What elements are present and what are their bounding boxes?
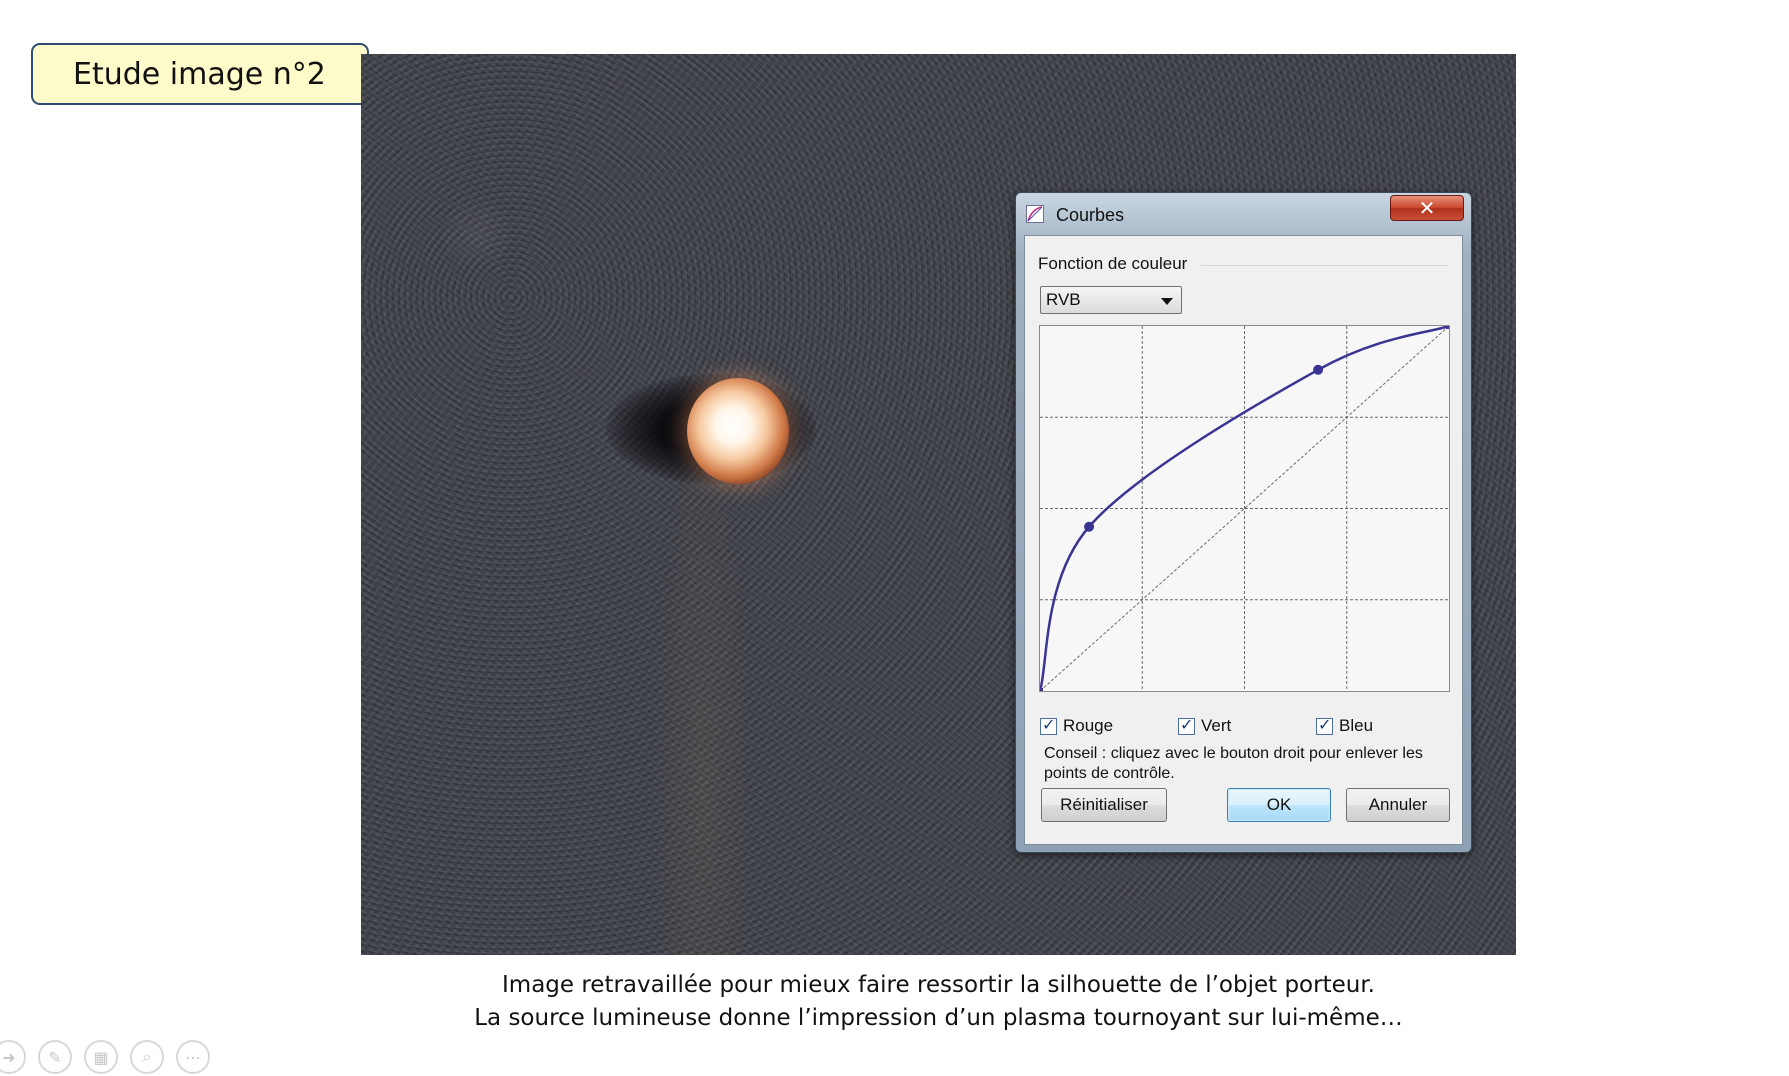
checkbox-rouge[interactable]: Rouge [1040, 715, 1114, 736]
caption-line-1: Image retravaillée pour mieux faire ress… [502, 972, 1375, 998]
slide-title: Etude image n°2 [31, 43, 369, 105]
close-icon: ✕ [1418, 196, 1436, 220]
hint-text: Conseil : cliquez avec le bouton droit p… [1044, 745, 1423, 782]
control-point[interactable] [1084, 521, 1095, 532]
light-source [687, 378, 789, 484]
arrow-icon[interactable]: ➜ [0, 1040, 26, 1074]
check-icon[interactable] [1040, 715, 1057, 735]
more-icon[interactable]: ⋯ [176, 1040, 210, 1074]
dialog-body: Fonction de couleur RVB Rouge Vert Bleu … [1024, 235, 1463, 845]
control-point[interactable] [1446, 326, 1449, 329]
zoom-icon[interactable]: ⌕ [130, 1040, 164, 1074]
check-icon[interactable] [1316, 715, 1333, 735]
control-point[interactable] [1313, 364, 1324, 375]
checkbox-rouge-label: Rouge [1063, 716, 1114, 735]
dialog-title: Courbes [1056, 205, 1125, 225]
curves-dialog: Courbes ✕ Fonction de couleur RVB Rouge … [1015, 192, 1472, 853]
channel-select-value: RVB [1046, 290, 1081, 309]
control-point[interactable] [1040, 688, 1043, 691]
color-function-label: Fonction de couleur [1038, 254, 1188, 273]
checkbox-bleu[interactable]: Bleu [1316, 715, 1374, 736]
caption-line-2: La source lumineuse donne l’impression d… [474, 1005, 1403, 1031]
check-icon[interactable] [1178, 715, 1195, 735]
close-button[interactable]: ✕ [1390, 195, 1464, 221]
curve-graph[interactable] [1040, 326, 1449, 691]
checkbox-bleu-label: Bleu [1339, 716, 1374, 735]
group-divider [1201, 265, 1448, 266]
reset-button[interactable]: Réinitialiser [1041, 788, 1167, 822]
curve-editor[interactable] [1039, 325, 1450, 692]
checkbox-vert-label: Vert [1201, 716, 1232, 735]
ok-button[interactable]: OK [1227, 788, 1331, 822]
curves-icon [1026, 205, 1044, 223]
checkbox-vert[interactable]: Vert [1178, 715, 1232, 736]
cancel-button[interactable]: Annuler [1346, 788, 1450, 822]
dialog-titlebar[interactable]: Courbes ✕ [1016, 193, 1471, 235]
channel-select[interactable]: RVB [1040, 286, 1182, 314]
chevron-down-icon [1161, 298, 1173, 305]
slides-icon[interactable]: ▦ [84, 1040, 118, 1074]
pen-icon[interactable]: ✎ [38, 1040, 72, 1074]
slideshow-toolbar: ➜ ✎ ▦ ⌕ ⋯ [0, 1040, 210, 1076]
